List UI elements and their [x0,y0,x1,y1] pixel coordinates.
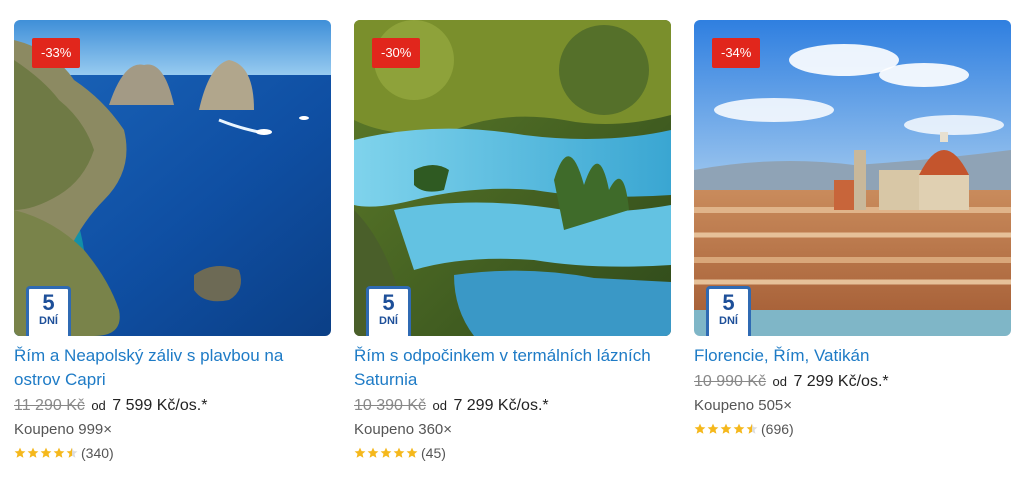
duration-days-number: 5 [382,290,395,315]
price-from-label: od [432,398,447,413]
tour-card[interactable]: -34% 5 DNÍ Florencie, Řím, Vatikán 10 99… [694,20,1011,438]
star-full-icon [380,447,392,458]
star-full-icon [40,447,52,458]
old-price: 11 290 Kč [14,397,85,414]
price-from-label: od [91,398,106,413]
current-price: 7 299 Kč/os.* [793,373,889,390]
star-full-icon [694,423,706,434]
rating: (45) [354,444,671,462]
duration-badge: 5 DNÍ [706,286,751,336]
tour-card[interactable]: -30% 5 DNÍ Řím s odpočinkem v termálních… [354,20,671,462]
rating-stars [694,423,758,435]
price-line: 10 390 Kč od 7 299 Kč/os.* [354,395,671,417]
tour-card[interactable]: -33% 5 DNÍ Řím a Neapolský záliv s plavb… [14,20,331,462]
price-line: 11 290 Kč od 7 599 Kč/os.* [14,395,331,417]
tour-photo-florence[interactable]: -34% 5 DNÍ [694,20,1011,336]
old-price: 10 390 Kč [354,397,427,414]
star-half-icon [746,423,758,434]
star-full-icon [367,447,379,458]
duration-days-label: DNÍ [719,315,738,327]
review-count[interactable]: (45) [421,444,446,462]
tour-title-link[interactable]: Řím a Neapolský záliv s plavbou na ostro… [14,344,331,392]
rating-stars [14,447,78,459]
star-full-icon [733,423,745,434]
discount-badge: -30% [372,38,421,68]
current-price: 7 599 Kč/os.* [112,397,208,414]
star-full-icon [53,447,65,458]
star-full-icon [393,447,405,458]
price-line: 10 990 Kč od 7 299 Kč/os.* [694,371,1011,393]
bought-count: Koupeno 360× [354,421,453,438]
duration-badge: 5 DNÍ [366,286,411,336]
tour-photo-saturnia[interactable]: -30% 5 DNÍ [354,20,671,336]
bought-count: Koupeno 505× [694,397,793,414]
old-price: 10 990 Kč [694,373,767,390]
duration-days-number: 5 [722,290,735,315]
star-half-icon [66,447,78,458]
discount-badge: -34% [712,38,761,68]
tour-title-link[interactable]: Florencie, Řím, Vatikán [694,344,1011,368]
star-full-icon [354,447,366,458]
bought-count: Koupeno 999× [14,421,113,438]
review-count[interactable]: (696) [761,420,794,438]
duration-days-number: 5 [42,290,55,315]
duration-badge: 5 DNÍ [26,286,71,336]
rating: (696) [694,420,1011,438]
star-full-icon [707,423,719,434]
review-count[interactable]: (340) [81,444,114,462]
star-full-icon [14,447,26,458]
price-from-label: od [772,374,787,389]
rating-stars [354,447,418,459]
tour-photo-capri[interactable]: -33% 5 DNÍ [14,20,331,336]
duration-days-label: DNÍ [379,315,398,327]
star-full-icon [27,447,39,458]
star-full-icon [720,423,732,434]
rating: (340) [14,444,331,462]
current-price: 7 299 Kč/os.* [453,397,549,414]
star-full-icon [406,447,418,458]
tour-cards-row: -33% 5 DNÍ Řím a Neapolský záliv s plavb… [0,0,1024,483]
duration-days-label: DNÍ [39,315,58,327]
tour-title-link[interactable]: Řím s odpočinkem v termálních lázních Sa… [354,344,671,392]
discount-badge: -33% [32,38,81,68]
